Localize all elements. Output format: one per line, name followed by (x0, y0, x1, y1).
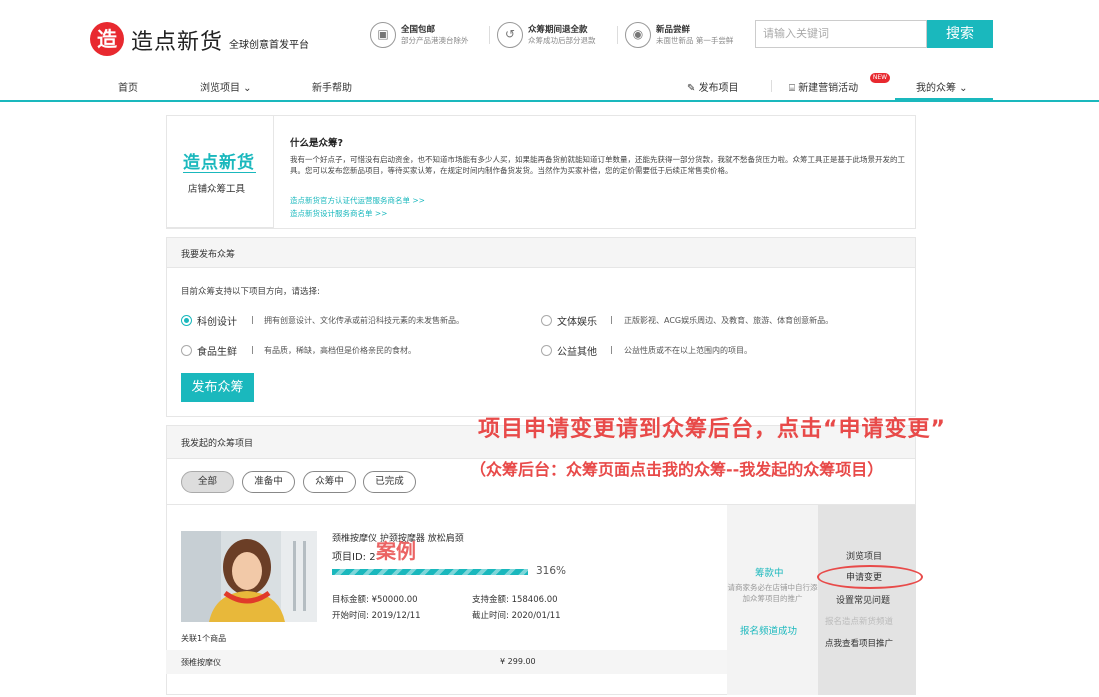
nav-marketing-label: 新建营销活动 (798, 83, 859, 94)
info-paragraph: 我有一个好点子，可惜没有启动资金，也不知道市场能有多少人买，如果能再备货前就能知… (290, 155, 905, 175)
launch-title: 我要发布众筹 (181, 250, 236, 260)
option-name[interactable]: 公益其他 (557, 343, 597, 358)
action-faq[interactable]: 设置常见问题 (836, 593, 890, 606)
divider (771, 80, 772, 92)
link-designers[interactable]: 造点新货设计服务商名单 >> (290, 208, 387, 219)
product-image[interactable] (181, 531, 317, 622)
filter-preparing[interactable]: 准备中 (242, 471, 295, 493)
info-question: 什么是众筹? (290, 138, 344, 149)
highlight-circle (817, 565, 923, 589)
channel-status: 报名频道成功 (740, 626, 798, 637)
product-row (166, 650, 727, 674)
option-sep: | (610, 345, 613, 354)
option-sep: | (610, 315, 613, 324)
feature-sub: 部分产品港澳台除外 (401, 36, 469, 45)
option-name[interactable]: 食品生鲜 (197, 343, 237, 358)
refund-icon: ↺ (497, 22, 523, 48)
divider (617, 26, 618, 44)
related-products: 关联1个商品 (181, 634, 227, 643)
action-channel-signup: 报名造点新货频道 (825, 617, 894, 627)
edit-icon: ✎ (687, 83, 699, 94)
nav-home[interactable]: 首页 (118, 79, 138, 94)
brand-subtitle: 店铺众筹工具 (188, 184, 246, 195)
brand-title: 造点新货 (183, 153, 255, 173)
annotation-sub: （众筹后台：众筹页面点击我的众筹--我发起的众筹项目） (470, 460, 884, 479)
gift-icon: ⌸ (789, 83, 799, 94)
status-note: 请商家务必在店铺中自行添加众筹项目的推广 (727, 583, 818, 603)
option-desc: 公益性质或不在以上范围内的项目。 (624, 346, 752, 355)
nav-browse[interactable]: 浏览项目 ⌄ (200, 79, 252, 94)
logo-name[interactable]: 造点新货 (131, 24, 223, 56)
nav-browse-label: 浏览项目 (200, 83, 240, 94)
feature-title: 众筹期间退全款 (528, 25, 588, 35)
nav-publish[interactable]: ✎ 发布项目 (687, 79, 739, 94)
product-price: ¥ 299.00 (500, 657, 536, 666)
filter-all[interactable]: 全部 (181, 471, 234, 493)
search-input[interactable]: 请输入关键词 (755, 20, 927, 48)
radio-tech-design[interactable] (181, 315, 192, 326)
projects-title: 我发起的众筹项目 (181, 439, 254, 449)
radio-charity[interactable] (541, 345, 552, 356)
feature-sub: 未面世新品 第一手尝鲜 (656, 36, 734, 45)
launch-header (166, 237, 916, 268)
feature-sub: 众筹成功后部分退款 (528, 36, 596, 45)
target-amount: 目标金额: ¥50000.00 (332, 595, 418, 605)
chevron-down-icon: ⌄ (956, 83, 968, 94)
launch-intro: 目前众筹支持以下项目方向，请选择: (181, 287, 320, 297)
feature-title: 新品尝鲜 (656, 25, 691, 35)
option-name[interactable]: 科创设计 (197, 313, 237, 328)
sound-icon: ◉ (625, 22, 651, 48)
end-time: 截止时间: 2020/01/11 (472, 611, 561, 621)
radio-entertainment[interactable] (541, 315, 552, 326)
action-browse[interactable]: 浏览项目 (846, 549, 882, 562)
product-name: 颈椎按摩仪 (181, 658, 221, 667)
header: 造 造点新货 全球创意首发平台 ▣ 全国包邮 部分产品港澳台除外 ↺ 众筹期间退… (0, 0, 1099, 70)
progress-bar (332, 569, 528, 575)
filter-completed[interactable]: 已完成 (363, 471, 416, 493)
nav-help[interactable]: 新手帮助 (312, 79, 352, 94)
chevron-down-icon: ⌄ (240, 83, 252, 94)
support-amount: 支持金额: 158406.00 (472, 595, 558, 605)
option-desc: 有品质，稀缺，高档但是价格亲民的食材。 (264, 346, 416, 355)
feature-title: 全国包邮 (401, 25, 436, 35)
nav-publish-label: 发布项目 (698, 83, 739, 94)
option-name[interactable]: 文体娱乐 (557, 313, 597, 328)
nav-marketing[interactable]: ⌸ 新建营销活动 (789, 79, 858, 94)
action-promotion[interactable]: 点我查看项目推广 (825, 637, 893, 649)
logo-tagline: 全球创意首发平台 (229, 40, 309, 51)
radio-food[interactable] (181, 345, 192, 356)
filter-funding[interactable]: 众筹中 (303, 471, 356, 493)
brand-rule (183, 172, 256, 173)
option-sep: | (251, 315, 254, 324)
nav-active-indicator (895, 98, 993, 101)
option-desc: 拥有创意设计、文化传承或前沿科技元素的未发售新品。 (264, 316, 464, 325)
nav-my-crowdfunding[interactable]: 我的众筹 ⌄ (916, 79, 968, 94)
logo-icon[interactable]: 造 (90, 22, 124, 56)
launch-crowdfunding-button[interactable]: 发布众筹 (181, 373, 254, 402)
progress-percent: 316% (536, 565, 567, 577)
annotation-case-label: 案例 (376, 539, 416, 563)
option-sep: | (251, 345, 254, 354)
project-id: 项目ID: 2 (332, 552, 376, 563)
status-badge: 筹款中 (755, 568, 784, 579)
search-button[interactable]: 搜索 (927, 20, 993, 48)
annotation-main: 项目申请变更请到众筹后台，点击“申请变更” (478, 417, 946, 442)
nav-mine-label: 我的众筹 (916, 83, 956, 94)
link-operators[interactable]: 造点新货官方认证代运营服务商名单 >> (290, 195, 425, 206)
divider (489, 26, 490, 44)
option-desc: 正版影视、ACG娱乐周边、及教育、旅游、体育创意新品。 (624, 316, 834, 325)
new-badge: NEW (870, 73, 890, 83)
truck-icon: ▣ (370, 22, 396, 48)
start-time: 开始时间: 2019/12/11 (332, 611, 421, 621)
